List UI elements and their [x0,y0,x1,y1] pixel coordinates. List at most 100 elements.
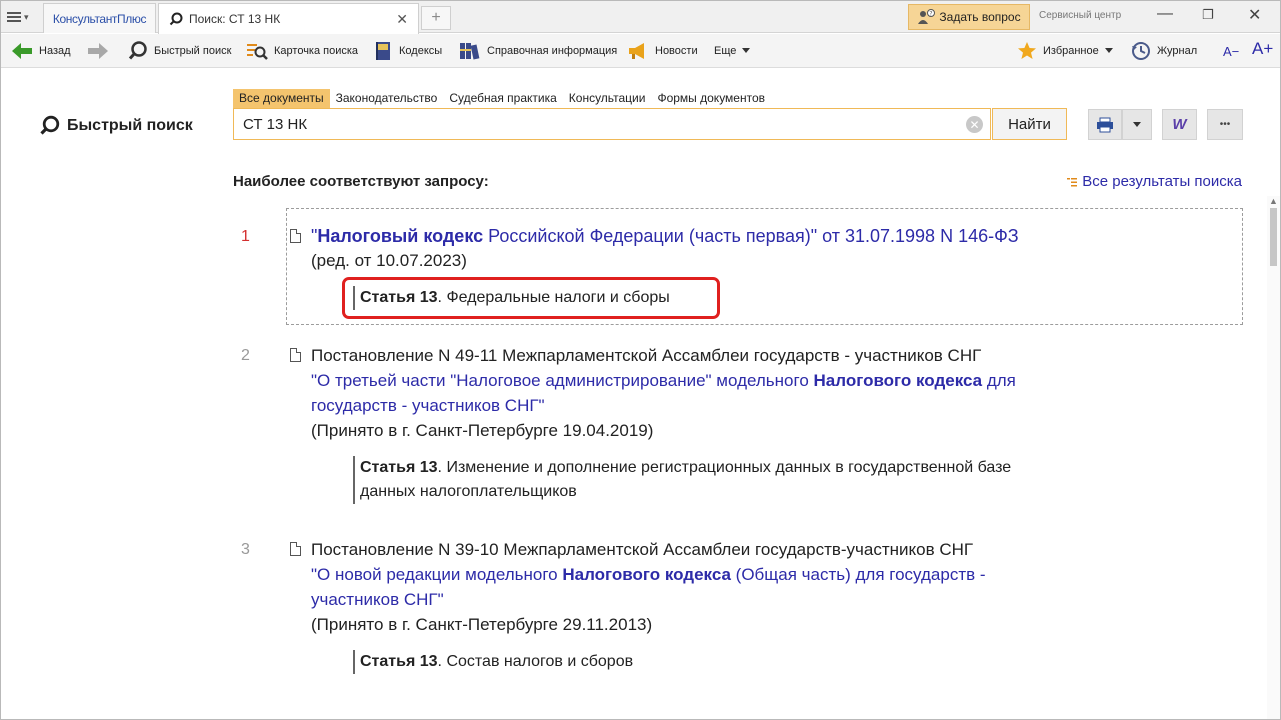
document-icon [290,229,301,243]
chevron-down-icon [742,48,751,53]
new-tab-button[interactable]: + [421,6,451,30]
article-text-cont: данных налогоплательщиков [360,483,577,500]
person-question-icon: ? [918,9,936,24]
title-bold-part: Налогового кодекса [562,565,731,584]
reference-button[interactable]: Справочная информация [459,40,617,62]
megaphone-icon [629,43,644,59]
ask-question-button[interactable]: ? Задать вопрос [908,4,1030,30]
forward-button[interactable] [87,40,109,62]
print-options-dropdown[interactable] [1122,109,1152,140]
search-card-icon [247,44,268,60]
codes-button[interactable]: Кодексы [373,40,442,62]
highlight-annotation [342,277,720,319]
more-actions-button[interactable]: ••• [1207,109,1243,140]
favorites-button[interactable]: Избранное [1017,40,1113,62]
result-title-link[interactable]: "Налоговый кодекс Российской Федерации (… [311,226,1019,247]
tab-search-label: Поиск: СТ 13 НК [189,12,281,26]
font-increase-button[interactable]: A+ [1252,38,1273,60]
plus-icon: + [431,9,441,26]
search-query: СТ 13 НК [243,115,308,133]
result-title-link[interactable]: "О новой редакции модельного Налогового … [311,565,986,585]
ask-question-label: Задать вопрос [939,10,1021,24]
result-edition: (ред. от 10.07.2023) [311,251,467,270]
result-doc-type: Постановление N 49-11 Межпарламентской А… [311,346,982,365]
more-menu-button[interactable]: Еще [714,40,751,62]
search-icon [169,12,183,26]
list-icon [1067,177,1078,186]
result-adoption: (Принято в г. Санкт-Петербурге 29.11.201… [311,615,653,634]
title-part: "О новой редакции модельного [311,565,563,584]
codex-book-icon [376,42,390,60]
document-icon [290,348,301,362]
find-label: Найти [1008,115,1051,133]
find-button[interactable]: Найти [992,108,1067,140]
main-menu-button[interactable]: ▾ [7,7,41,27]
result-number: 3 [241,541,250,558]
news-button[interactable]: Новости [627,40,698,62]
all-results-link[interactable]: Все результаты поиска [1067,173,1242,190]
search-card-button[interactable]: Карточка поиска [246,40,358,62]
service-center-link[interactable]: Сервисный центр [1039,10,1121,21]
journal-label: Журнал [1157,45,1198,57]
filter-legislation[interactable]: Законодательство [330,89,444,108]
close-window-icon[interactable]: ✕ [1248,5,1261,25]
title-bold-part: Налогового кодекса [813,371,983,390]
back-label: Назад [39,45,71,57]
back-button[interactable]: Назад [11,40,71,62]
page-title: Быстрый поиск [39,115,193,136]
more-label: Еще [714,45,737,57]
close-tab-icon[interactable]: ✕ [396,11,408,28]
filter-tabs: Все документы Законодательство Судебная … [233,89,771,108]
search-card-label: Карточка поиска [274,45,359,57]
scrollbar-thumb[interactable] [1270,208,1277,266]
filter-court-practice[interactable]: Судебная практика [443,89,562,108]
title-part: "О третьей части "Налоговое администриро… [311,371,814,390]
result-doc-type: Постановление N 39-10 Межпарламентской А… [311,540,974,559]
title-part: (Общая часть) для государств - [730,565,986,584]
vertical-scrollbar[interactable]: ▲ [1267,196,1280,719]
star-icon [1018,42,1036,59]
codes-label: Кодексы [399,45,443,57]
result-title-link[interactable]: "О третьей части "Налоговое администриро… [311,371,1016,391]
maximize-icon[interactable]: ❐ [1202,7,1214,23]
journal-button[interactable]: Журнал [1131,40,1197,62]
minimize-icon[interactable]: — [1157,5,1173,23]
news-label: Новости [655,45,698,57]
title-bar: ▾ КонсультантПлюс Поиск: СТ 13 НК ✕ + ? … [1,1,1280,34]
books-icon [460,43,480,60]
document-icon [290,542,301,556]
printer-icon [1097,117,1113,132]
tab-brand[interactable]: КонсультантПлюс [43,3,156,33]
quick-search-button[interactable]: Быстрый поиск [128,40,231,62]
result-title-link-cont[interactable]: государств - участников СНГ" [311,396,545,416]
clear-search-icon[interactable]: ✕ [966,116,983,133]
service-center-label: Сервисный центр [1039,10,1122,21]
title-part: для [982,371,1016,390]
result-article-link[interactable]: Статья 13. Изменение и дополнение регист… [353,456,1123,504]
article-number: Статья 13 [360,653,438,670]
tab-search[interactable]: Поиск: СТ 13 НК ✕ [158,3,419,34]
filter-all-documents[interactable]: Все документы [233,89,330,108]
menu-arrow-icon: ▾ [24,11,29,22]
export-word-button[interactable]: W [1162,109,1197,140]
result-title-link-cont[interactable]: участников СНГ" [311,590,444,610]
filter-consultations[interactable]: Консультации [563,89,652,108]
article-number: Статья 13 [360,459,438,476]
best-match-heading: Наиболее соответствуют запросу: [233,173,489,190]
ellipsis-icon: ••• [1219,119,1231,130]
search-icon [40,115,60,135]
result-article-link[interactable]: Статья 13. Состав налогов и сборов [353,650,633,674]
scroll-up-icon[interactable]: ▲ [1269,196,1278,206]
result-number: 1 [241,228,250,245]
font-decrease-button[interactable]: A− [1223,40,1239,62]
print-button[interactable] [1088,109,1122,140]
arrow-right-icon [88,43,108,59]
search-input[interactable]: СТ 13 НК ✕ [233,108,991,140]
quick-search-label: Быстрый поиск [154,45,232,57]
search-icon [128,41,147,60]
history-clock-icon [1132,42,1150,60]
filter-document-forms[interactable]: Формы документов [651,89,771,108]
arrow-left-icon [12,43,32,59]
toolbar: Назад Быстрый поиск Карточка поиска Коде… [1,34,1280,68]
page-title-label: Быстрый поиск [67,116,193,134]
